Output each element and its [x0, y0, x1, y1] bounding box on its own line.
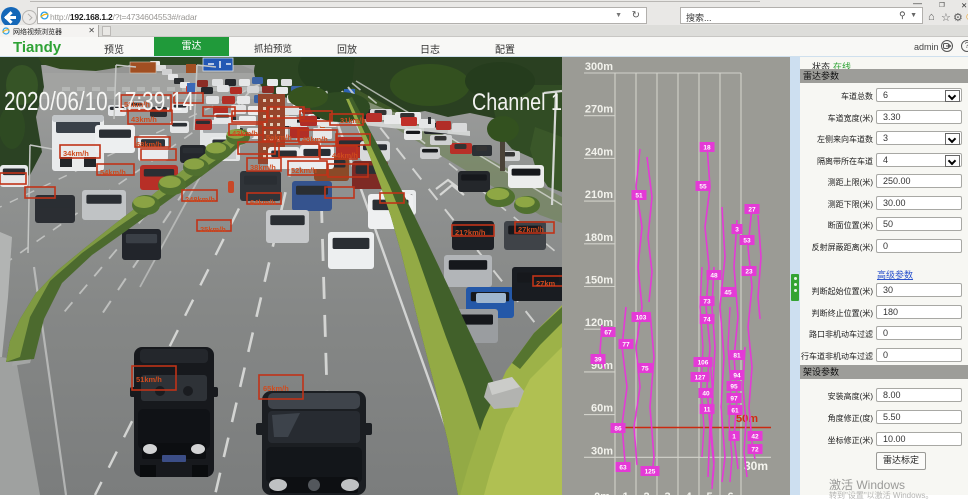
svg-text:125: 125 [645, 469, 656, 476]
svg-text:67: 67 [604, 330, 612, 337]
svg-text:240m: 240m [585, 146, 613, 158]
svg-text:64km/h: 64km/h [250, 198, 276, 207]
svg-text:11: 11 [704, 407, 711, 414]
svg-text:73: 73 [703, 299, 711, 306]
svg-text:27km: 27km [536, 279, 556, 288]
svg-text:270m: 270m [585, 104, 613, 116]
svg-text:300m: 300m [585, 61, 613, 73]
svg-text:48km/h: 48km/h [302, 135, 328, 144]
svg-text:150m: 150m [585, 275, 613, 287]
svg-text:0m: 0m [594, 491, 610, 495]
svg-text:97: 97 [730, 396, 738, 403]
svg-text:1: 1 [622, 491, 628, 495]
svg-text:31km/h: 31km/h [340, 116, 366, 125]
svg-text:68km/h: 68km/h [136, 140, 162, 149]
svg-text:21?km/h: 21?km/h [455, 228, 486, 237]
svg-text:65km/h: 65km/h [263, 384, 289, 393]
svg-text:52km/h: 52km/h [291, 166, 317, 175]
svg-text:Channel 1: Channel 1 [472, 89, 562, 116]
svg-text:60m: 60m [591, 403, 613, 415]
svg-text:2020/06/10 17:39:14: 2020/06/10 17:39:14 [4, 86, 194, 116]
svg-text:5akm/h: 5akm/h [266, 133, 292, 142]
svg-text:86: 86 [614, 426, 622, 433]
svg-text:95: 95 [730, 384, 738, 391]
svg-text:42km/h: 42km/h [232, 129, 258, 138]
svg-text:55: 55 [699, 184, 707, 191]
svg-text:72: 72 [751, 447, 759, 454]
svg-text:61: 61 [731, 408, 739, 415]
svg-text:34km/h: 34km/h [63, 149, 89, 158]
svg-text:53: 53 [743, 238, 751, 245]
svg-text:51: 51 [635, 193, 643, 200]
svg-text:42: 42 [751, 434, 759, 441]
svg-text:23: 23 [745, 269, 753, 276]
svg-text:54km/h: 54km/h [100, 168, 126, 177]
svg-text:3: 3 [735, 227, 739, 234]
svg-text:210m: 210m [585, 189, 613, 201]
svg-text:63: 63 [619, 465, 627, 472]
svg-text:5: 5 [706, 491, 712, 495]
svg-text:38km/h: 38km/h [250, 163, 276, 172]
svg-text:103: 103 [636, 315, 647, 322]
svg-text:44km/h: 44km/h [332, 151, 358, 160]
svg-text:30m: 30m [591, 445, 613, 457]
svg-text:180m: 180m [585, 232, 613, 244]
svg-text:4: 4 [685, 491, 692, 495]
svg-text:51km/h: 51km/h [136, 375, 162, 384]
svg-text:27km/h: 27km/h [518, 225, 544, 234]
svg-text:39: 39 [594, 357, 602, 364]
svg-text:248km/h: 248km/h [185, 195, 215, 204]
svg-text:45: 45 [724, 290, 732, 297]
svg-text:30m: 30m [744, 459, 768, 473]
svg-text:1: 1 [732, 434, 736, 441]
svg-text:6: 6 [727, 491, 733, 495]
svg-text:18: 18 [703, 145, 711, 152]
svg-text:27: 27 [748, 207, 756, 214]
svg-text:75: 75 [641, 366, 649, 373]
svg-text:43km/h: 43km/h [131, 115, 157, 124]
svg-text:77: 77 [622, 342, 630, 349]
svg-text:25km/h: 25km/h [200, 225, 226, 234]
svg-text:40: 40 [702, 391, 710, 398]
svg-text:3: 3 [664, 491, 670, 495]
svg-text:106: 106 [698, 360, 709, 367]
svg-text:127: 127 [695, 375, 706, 382]
svg-text:74: 74 [703, 317, 711, 324]
svg-text:81: 81 [733, 353, 741, 360]
svg-text:48: 48 [710, 273, 718, 280]
svg-text:2: 2 [643, 491, 649, 495]
svg-text:94: 94 [733, 373, 741, 380]
